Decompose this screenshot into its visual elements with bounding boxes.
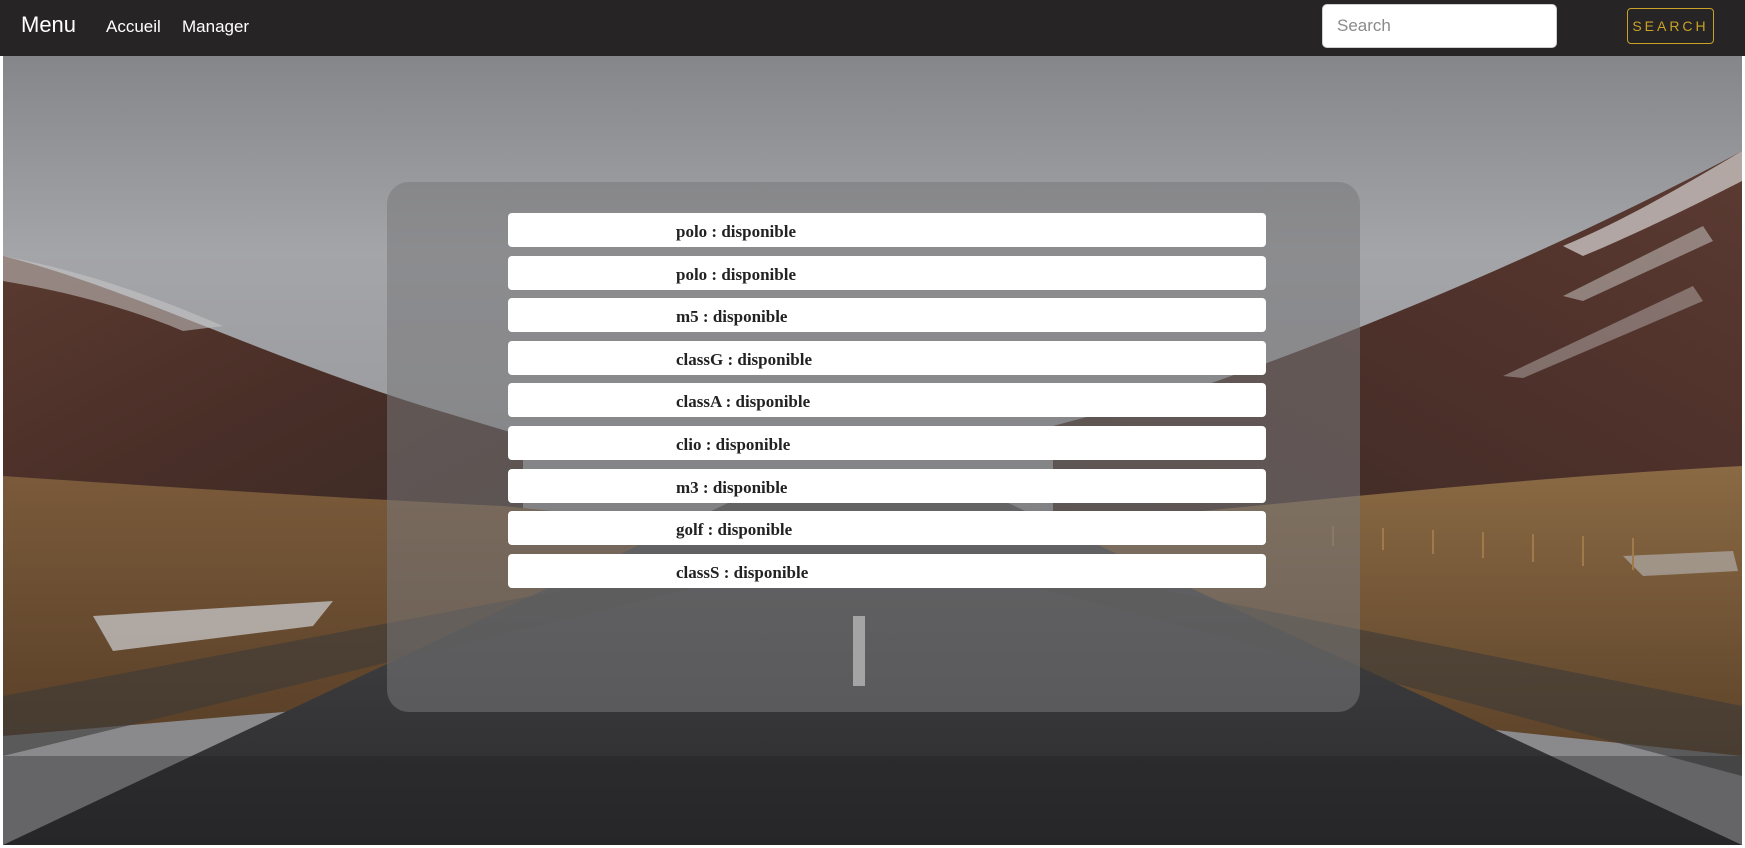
nav-link-manager[interactable]: Manager	[182, 17, 249, 37]
car-status-label: classS : disponible	[676, 562, 809, 582]
car-list-item[interactable]: m3 : disponible	[508, 468, 1266, 503]
car-status-label: polo : disponible	[676, 222, 796, 241]
car-list-item[interactable]: classS : disponible	[508, 553, 1266, 588]
car-status-label: m3 : disponible	[676, 477, 788, 497]
car-status-label: m5 : disponible	[676, 307, 788, 327]
nav-link-accueil[interactable]: Accueil	[106, 17, 161, 37]
car-list-item[interactable]: classA : disponible	[508, 383, 1266, 418]
car-status-label: classG : disponible	[676, 349, 813, 369]
search-input[interactable]	[1322, 4, 1557, 48]
brand-menu-link[interactable]: Menu	[21, 12, 76, 38]
car-status-label: clio : disponible	[676, 434, 791, 454]
search-button[interactable]: SEARCH	[1627, 8, 1714, 44]
car-status-label: golf : disponible	[676, 520, 793, 540]
car-status-label: classA : disponible	[676, 392, 811, 412]
car-list-item[interactable]: clio : disponible	[508, 425, 1266, 460]
car-list: polo : disponible polo : disponible m5 :…	[508, 213, 1266, 596]
car-list-item[interactable]: golf : disponible	[508, 511, 1266, 546]
car-status-label: polo : disponible	[676, 264, 796, 284]
car-list-item[interactable]: classG : disponible	[508, 340, 1266, 375]
car-list-item[interactable]: polo : disponible	[508, 255, 1266, 290]
car-list-item[interactable]: m5 : disponible	[508, 298, 1266, 333]
car-list-item[interactable]: polo : disponible	[508, 213, 1266, 247]
page: Menu Accueil Manager SEARCH polo : dispo…	[0, 0, 1745, 848]
navbar: Menu Accueil Manager SEARCH	[0, 0, 1745, 56]
